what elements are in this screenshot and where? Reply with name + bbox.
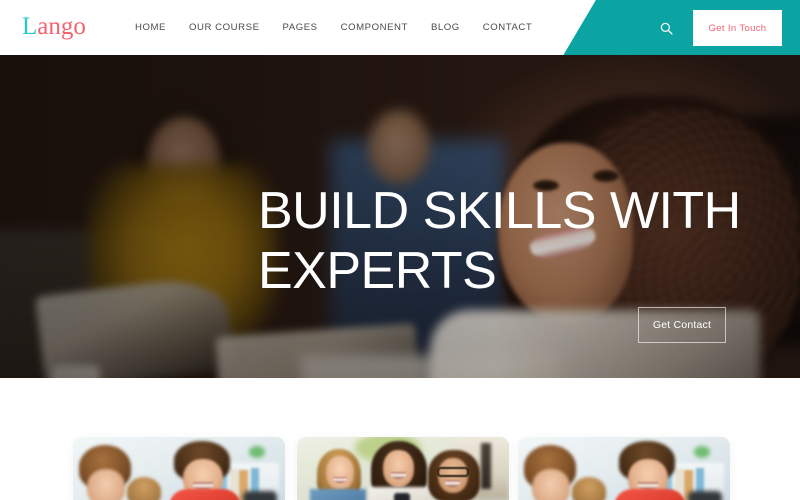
get-in-touch-button[interactable]: Get In Touch xyxy=(693,10,782,46)
search-icon[interactable] xyxy=(657,19,675,37)
nav-item-our-course[interactable]: OUR COURSE xyxy=(177,22,271,33)
feature-card[interactable] xyxy=(518,437,730,500)
page-root: Lango HOME OUR COURSE PAGES COMPONENT BL… xyxy=(0,0,800,500)
card-photo-classroom-kids xyxy=(73,437,285,500)
nav-item-contact[interactable]: CONTACT xyxy=(471,22,544,33)
site-logo[interactable]: Lango xyxy=(22,13,86,41)
nav-item-home[interactable]: HOME xyxy=(135,22,177,33)
card-photo-classroom-kids xyxy=(518,437,730,500)
main-navigation: HOME OUR COURSE PAGES COMPONENT BLOG CON… xyxy=(135,22,544,33)
logo-letter-rest: ango xyxy=(37,13,86,40)
nav-item-pages[interactable]: PAGES xyxy=(271,22,329,33)
nav-item-component[interactable]: COMPONENT xyxy=(329,22,419,33)
hero-section: Build Skills With Experts Get Contact xyxy=(0,55,800,378)
nav-item-blog[interactable]: BLOG xyxy=(419,22,471,33)
hero-title: Build Skills With Experts xyxy=(258,182,741,300)
feature-card[interactable] xyxy=(297,437,509,500)
card-photo-three-students xyxy=(297,437,509,500)
logo-letter-first: L xyxy=(22,13,38,40)
feature-card[interactable] xyxy=(73,437,285,500)
get-contact-button[interactable]: Get Contact xyxy=(638,307,726,343)
site-header: Lango HOME OUR COURSE PAGES COMPONENT BL… xyxy=(0,0,800,55)
feature-cards-section xyxy=(0,378,800,500)
